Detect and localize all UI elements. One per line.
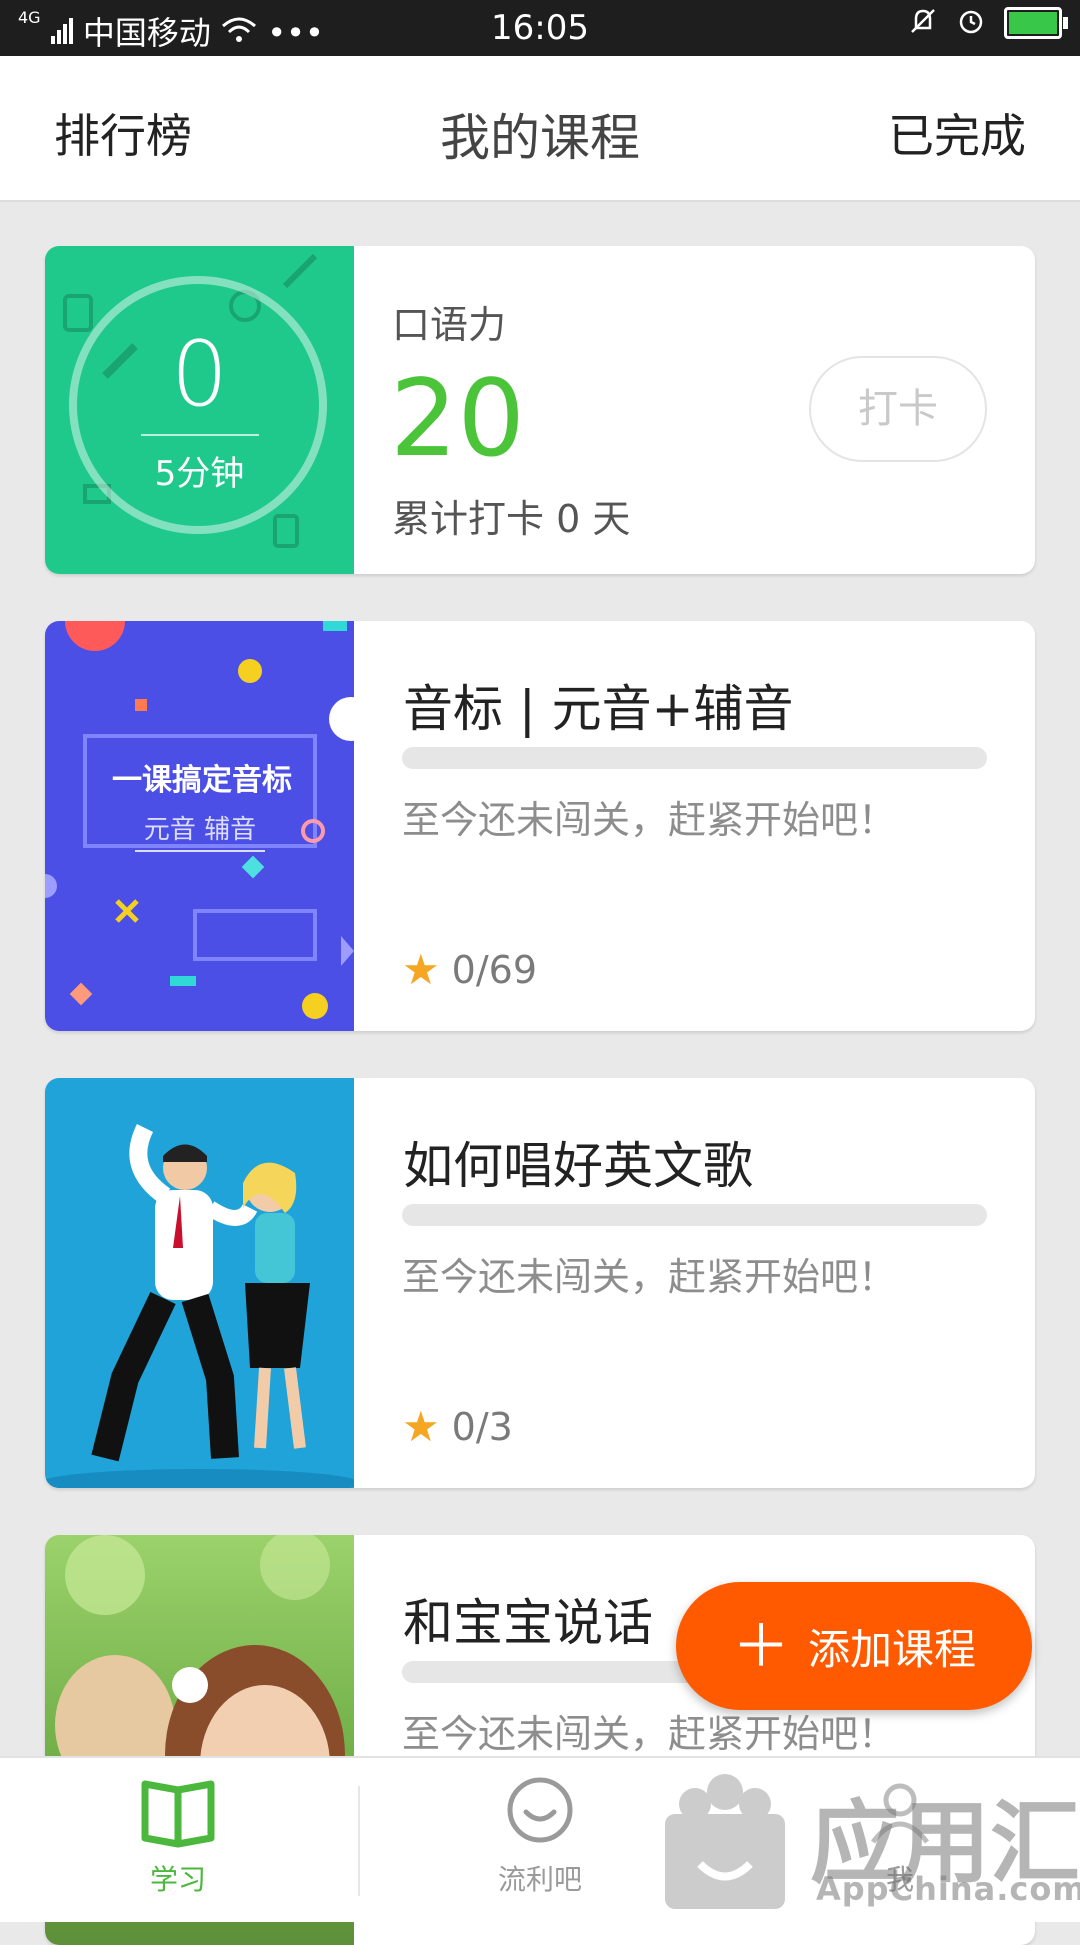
course-title: 音标 | 元音+辅音 (403, 680, 794, 738)
course-stars: ★ 0/3 (402, 1402, 513, 1451)
star-icon: ★ (402, 1402, 440, 1451)
course-card[interactable]: 一课搞定音标 元音 辅音 音标 | 元音+辅音 至今还未闯关，赶紧开始吧！ ★ … (45, 621, 1035, 1031)
battery-icon (1004, 7, 1068, 39)
cover-title: 一课搞定音标 (112, 763, 292, 798)
add-course-button[interactable]: ＋ 添加课程 (676, 1582, 1032, 1710)
star-count: 0/3 (451, 1404, 513, 1449)
top-bar: 排行榜 我的课程 已完成 (0, 56, 1080, 202)
bottom-navigation: 学习 流利吧 我 (0, 1756, 1080, 1922)
course-status: 至今还未闯关，赶紧开始吧！ (402, 1712, 897, 1756)
checkin-streak: 累计打卡 0 天 (392, 497, 631, 541)
status-icons (908, 6, 1068, 40)
ring-value: 0 (170, 322, 229, 427)
alarm-icon (956, 6, 986, 40)
add-course-label: 添加课程 (808, 1624, 977, 1674)
singing-couple-illustration (45, 1123, 354, 1488)
course-title: 和宝宝说话 (403, 1594, 653, 1652)
course-stars: ★ 0/69 (402, 945, 537, 994)
status-bar: 4G 中国移动 ••• 16:05 (0, 0, 1080, 56)
smile-bubble-icon (501, 1777, 579, 1852)
nav-item-fluent[interactable]: 流利吧 (470, 1776, 610, 1898)
course-status: 至今还未闯关，赶紧开始吧！ (402, 798, 897, 842)
ring-subtitle: 5分钟 (154, 454, 245, 494)
course-progress-bar (402, 1204, 987, 1226)
star-icon: ★ (402, 945, 440, 994)
checkin-button[interactable]: 打卡 (809, 356, 987, 462)
nav-divider (358, 1786, 360, 1896)
course-thumbnail: 一课搞定音标 元音 辅音 (45, 621, 354, 1031)
course-card[interactable]: 如何唱好英文歌 至今还未闯关，赶紧开始吧！ ★ 0/3 (45, 1078, 1035, 1488)
course-title: 如何唱好英文歌 (403, 1137, 753, 1195)
ring-divider (141, 434, 259, 436)
spoken-ability-label: 口语力 (392, 303, 507, 347)
cover-subtitle: 元音 辅音 (135, 809, 265, 852)
plus-icon: ＋ (731, 1612, 790, 1680)
course-thumbnail (45, 1078, 354, 1488)
nav-label-fluent: 流利吧 (497, 1863, 582, 1896)
course-status: 至今还未闯关，赶紧开始吧！ (402, 1255, 897, 1299)
spoken-ability-card[interactable]: 0 5分钟 口语力 20 累计打卡 0 天 打卡 (45, 246, 1035, 574)
nav-item-me[interactable]: 我 (830, 1776, 970, 1898)
nav-label-learn: 学习 (149, 1863, 206, 1896)
person-icon (861, 1783, 939, 1852)
nav-item-learn[interactable]: 学习 (108, 1776, 248, 1898)
spoken-ability-score: 20 (390, 357, 525, 480)
course-progress-bar (402, 747, 987, 769)
star-count: 0/69 (451, 947, 537, 992)
daily-goal-ring-panel: 0 5分钟 (45, 246, 354, 574)
nav-label-me: 我 (885, 1863, 914, 1896)
book-icon (139, 1780, 217, 1852)
completed-tab[interactable]: 已完成 (888, 100, 1026, 166)
mute-bell-icon (908, 6, 938, 40)
